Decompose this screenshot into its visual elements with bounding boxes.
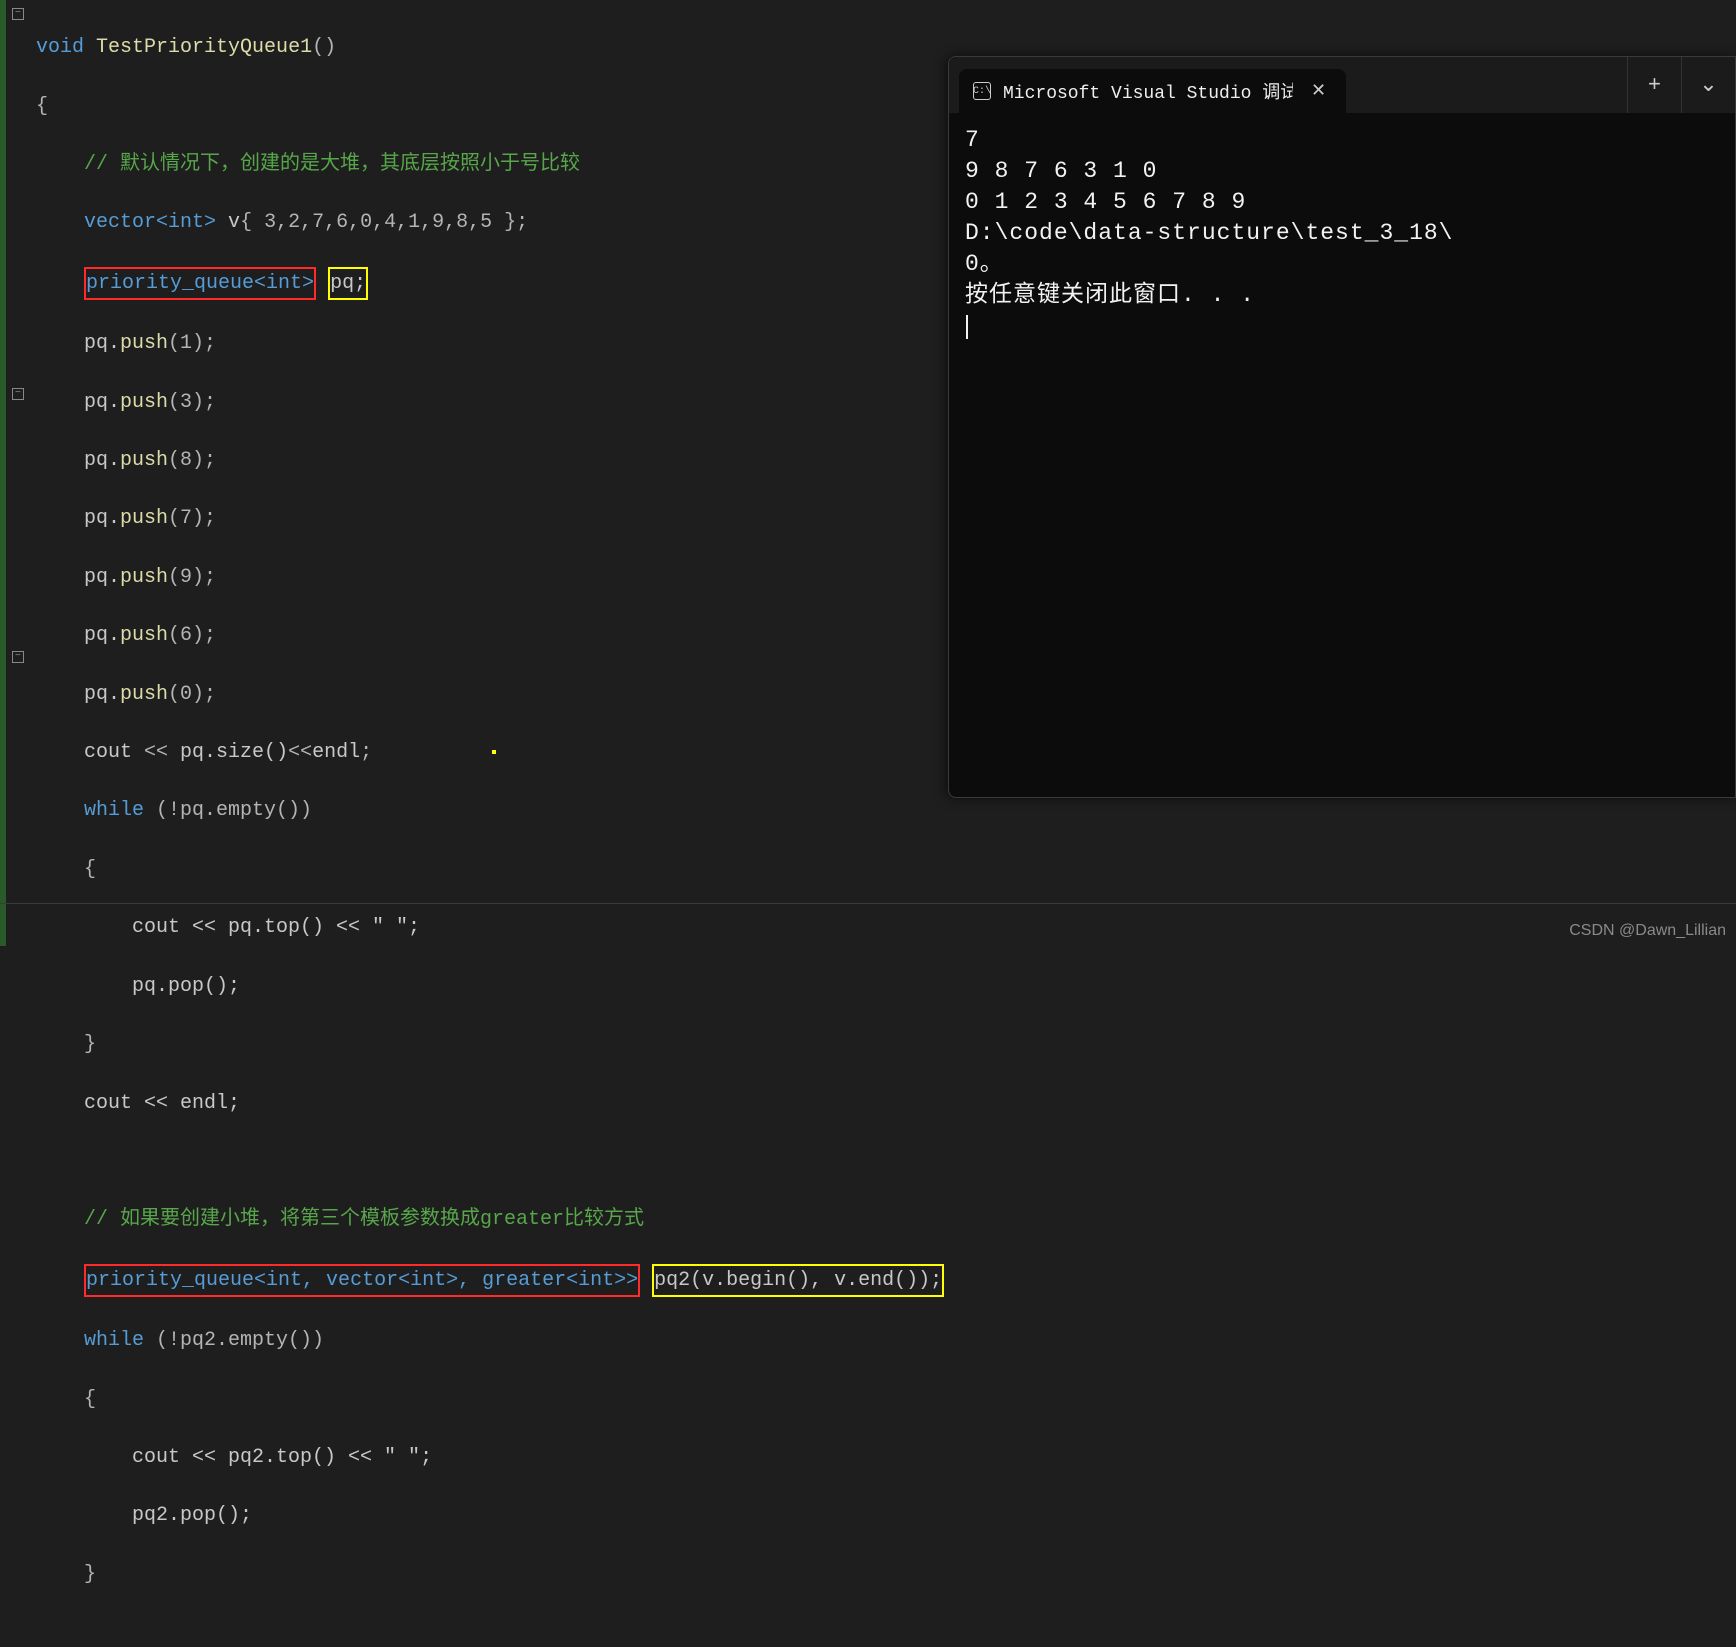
output-line: 按任意键关闭此窗口. . . bbox=[965, 282, 1255, 308]
endl: endl bbox=[312, 741, 360, 764]
stmt: cout << pq.top() << " "; bbox=[132, 916, 420, 939]
method: push bbox=[120, 391, 168, 414]
output-line: 0 1 2 3 4 5 6 7 8 9 bbox=[965, 189, 1246, 215]
output-line: 0。 bbox=[965, 251, 1004, 277]
method: push bbox=[120, 507, 168, 530]
obj: pq. bbox=[84, 449, 120, 472]
template-args: <int> bbox=[156, 211, 216, 234]
obj: pq. bbox=[84, 624, 120, 647]
highlight-red: priority_queue<int> bbox=[84, 267, 316, 300]
brace: { bbox=[84, 1388, 96, 1411]
obj: pq. bbox=[84, 507, 120, 530]
console-cursor bbox=[966, 315, 968, 339]
highlight-yellow: pq; bbox=[328, 267, 368, 300]
change-gutter bbox=[0, 0, 6, 946]
console-tab[interactable]: C:\ Microsoft Visual Studio 调试控 ✕ bbox=[959, 69, 1346, 113]
method: push bbox=[120, 624, 168, 647]
method: push bbox=[120, 449, 168, 472]
console-output[interactable]: 7 9 8 7 6 3 1 0 0 1 2 3 4 5 6 7 8 9 D:\c… bbox=[949, 113, 1735, 797]
stmt: pq2.pop(); bbox=[132, 1504, 252, 1527]
output-line: D:\code\data-structure\test_3_18\ bbox=[965, 220, 1453, 246]
args: (6); bbox=[168, 624, 216, 647]
close-tab-button[interactable]: ✕ bbox=[1305, 80, 1332, 102]
condition: (!pq2.empty()) bbox=[144, 1329, 324, 1352]
fold-toggle[interactable]: − bbox=[12, 388, 24, 400]
type: vector bbox=[84, 211, 156, 234]
console-tab-title: Microsoft Visual Studio 调试控 bbox=[1003, 78, 1293, 104]
obj: pq. bbox=[84, 391, 120, 414]
keyword: while bbox=[84, 799, 144, 822]
parens: () bbox=[312, 36, 336, 59]
type: priority_queue bbox=[86, 1269, 254, 1292]
comment: // 默认情况下，创建的是大堆，其底层按照小于号比较 bbox=[84, 153, 580, 176]
keyword: while bbox=[84, 1329, 144, 1352]
variable: pq; bbox=[330, 272, 366, 295]
brace: { bbox=[36, 95, 48, 118]
args: (0); bbox=[168, 683, 216, 706]
method: push bbox=[120, 683, 168, 706]
args: (7); bbox=[168, 507, 216, 530]
method: push bbox=[120, 566, 168, 589]
semi: ; bbox=[360, 741, 372, 764]
method: push bbox=[120, 332, 168, 355]
call: pq.size() bbox=[180, 741, 288, 764]
cout: cout bbox=[84, 741, 132, 764]
tab-dropdown-button[interactable]: ⌄ bbox=[1681, 57, 1735, 113]
template-args: <int, vector<int>, greater<int>> bbox=[254, 1269, 638, 1292]
variable: v bbox=[216, 211, 240, 234]
initializer: { 3,2,7,6,0,4,1,9,8,5 }; bbox=[240, 211, 528, 234]
watermark-text: CSDN @Dawn_Lillian bbox=[1569, 922, 1726, 940]
stmt: pq.pop(); bbox=[132, 975, 240, 998]
caret-marker bbox=[492, 750, 496, 754]
fold-toggle[interactable]: − bbox=[12, 651, 24, 663]
args: (9); bbox=[168, 566, 216, 589]
operator: << bbox=[132, 741, 180, 764]
terminal-icon: C:\ bbox=[973, 82, 991, 100]
keyword: void bbox=[36, 36, 84, 59]
fold-toggle[interactable]: − bbox=[12, 8, 24, 20]
stmt: cout << endl; bbox=[84, 1092, 240, 1115]
condition: (!pq.empty()) bbox=[144, 799, 312, 822]
output-line: 7 bbox=[965, 127, 980, 153]
args: (8); bbox=[168, 449, 216, 472]
stmt: cout << pq2.top() << " "; bbox=[132, 1446, 432, 1469]
args: (1); bbox=[168, 332, 216, 355]
brace: } bbox=[84, 1033, 96, 1056]
obj: pq. bbox=[84, 683, 120, 706]
brace: { bbox=[84, 858, 96, 881]
titlebar-actions: + ⌄ bbox=[1627, 57, 1735, 113]
type: priority_queue bbox=[86, 272, 254, 295]
obj: pq. bbox=[84, 566, 120, 589]
function-name: TestPriorityQueue1 bbox=[96, 36, 312, 59]
output-line: 9 8 7 6 3 1 0 bbox=[965, 158, 1157, 184]
brace: } bbox=[84, 1563, 96, 1586]
template-args: <int> bbox=[254, 272, 314, 295]
comment: // 如果要创建小堆，将第三个模板参数换成greater比较方式 bbox=[84, 1208, 644, 1231]
highlight-red: priority_queue<int, vector<int>, greater… bbox=[84, 1264, 640, 1297]
args: (3); bbox=[168, 391, 216, 414]
constructor: pq2(v.begin(), v.end()); bbox=[654, 1269, 942, 1292]
debug-console-window[interactable]: C:\ Microsoft Visual Studio 调试控 ✕ + ⌄ 7 … bbox=[948, 56, 1736, 798]
new-tab-button[interactable]: + bbox=[1627, 57, 1681, 113]
highlight-yellow: pq2(v.begin(), v.end()); bbox=[652, 1264, 944, 1297]
console-titlebar[interactable]: C:\ Microsoft Visual Studio 调试控 ✕ + ⌄ bbox=[949, 57, 1735, 113]
obj: pq. bbox=[84, 332, 120, 355]
panel-separator[interactable] bbox=[0, 903, 1736, 904]
